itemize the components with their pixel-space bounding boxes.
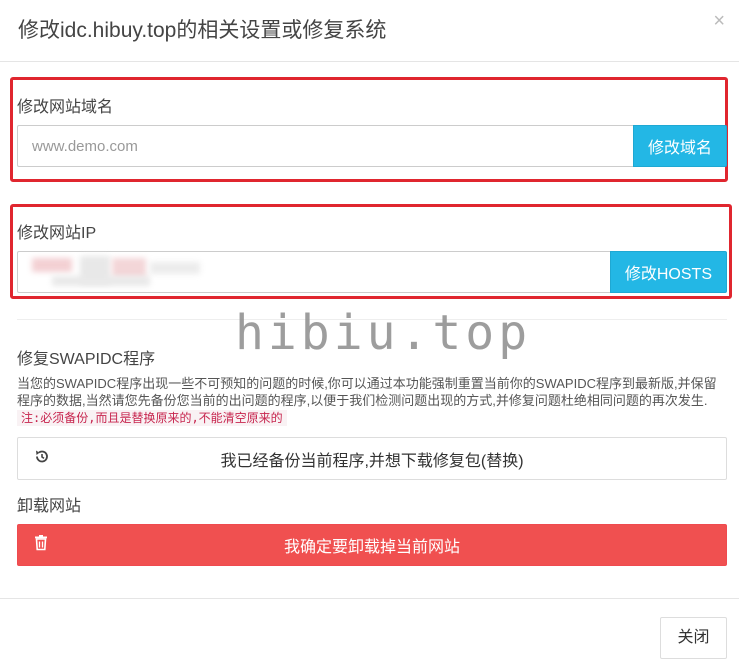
modify-hosts-button[interactable]: 修改HOSTS [609, 251, 727, 293]
download-repair-package-button[interactable]: 我已经备份当前程序,并想下载修复包(替换) [17, 437, 727, 480]
uninstall-section-label: 卸载网站 [17, 498, 82, 515]
domain-input[interactable] [17, 125, 633, 167]
modal-header: 修改idc.hibuy.top的相关设置或修复系统 × [0, 0, 739, 62]
ip-section-label: 修改网站IP [17, 225, 97, 242]
domain-input-group: 修改域名 [17, 125, 727, 167]
close-button[interactable]: 关闭 [660, 617, 727, 659]
close-icon[interactable]: × [713, 10, 725, 33]
repair-section-label: 修复SWAPIDC程序 [17, 351, 156, 368]
repair-description-text: 当您的SWAPIDC程序出现一些不可预知的问题的时候,你可以通过本功能强制重置当… [17, 376, 717, 408]
repair-description: 当您的SWAPIDC程序出现一些不可预知的问题的时候,你可以通过本功能强制重置当… [17, 375, 727, 427]
domain-section-label: 修改网站域名 [17, 99, 114, 116]
modal-footer-divider [0, 598, 739, 599]
modal-title: 修改idc.hibuy.top的相关设置或修复系统 [18, 19, 387, 42]
watermark: hibiu.top [235, 305, 532, 361]
uninstall-site-label: 我确定要卸载掉当前网站 [283, 539, 460, 556]
backup-warning-note: 注:必须备份,而且是替换原来的,不能清空原来的 [17, 410, 287, 426]
uninstall-site-button[interactable]: 我确定要卸载掉当前网站 [17, 524, 727, 566]
download-repair-label: 我已经备份当前程序,并想下载修复包(替换) [220, 452, 524, 470]
modify-domain-button[interactable]: 修改域名 [632, 125, 727, 167]
